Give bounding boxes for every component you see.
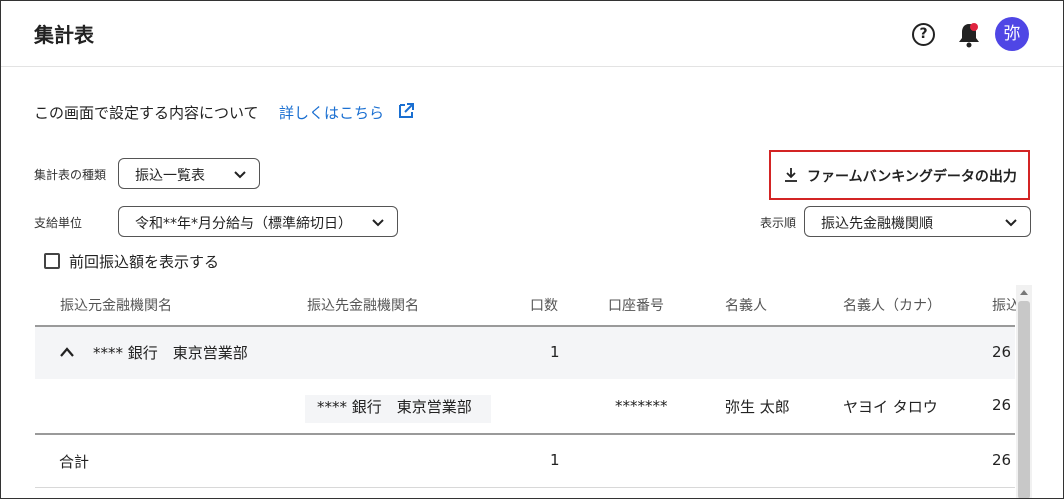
chevron-up-icon[interactable] xyxy=(59,346,75,358)
total-label: 合計 xyxy=(59,453,90,471)
notification-dot xyxy=(970,23,978,31)
payment-unit-label: 支給単位 xyxy=(34,216,83,230)
col-header-dest-bank: 振込先金融機関名 xyxy=(307,298,419,314)
report-type-label: 集計表の種類 xyxy=(34,168,107,182)
bottom-divider xyxy=(35,487,1015,488)
col-header-count: 口数 xyxy=(530,298,558,314)
chevron-down-icon xyxy=(1005,219,1017,227)
total-amount: 26 xyxy=(992,451,1012,469)
group-count: 1 xyxy=(550,343,560,361)
help-icon[interactable]: ? xyxy=(912,23,935,46)
col-header-holder: 名義人 xyxy=(725,298,767,314)
sort-label: 表示順 xyxy=(760,216,797,230)
chevron-down-icon xyxy=(234,171,246,179)
detail-amount: 26 xyxy=(992,396,1012,414)
scroll-up-arrow-icon[interactable] xyxy=(1019,288,1029,296)
top-header: 集計表 ? 弥 xyxy=(1,1,1063,67)
detail-holder: 弥生 太郎 xyxy=(725,398,790,416)
sort-select[interactable]: 振込先金融機関順 xyxy=(804,206,1031,237)
scrollbar-thumb[interactable] xyxy=(1018,301,1030,498)
detail-holder-kana: ヤヨイ タロウ xyxy=(843,398,938,416)
bell-icon[interactable] xyxy=(956,21,982,49)
chevron-down-icon xyxy=(372,219,384,227)
report-type-value: 振込一覧表 xyxy=(135,168,205,184)
payment-unit-select[interactable]: 令和**年*月分給与（標準締切日） xyxy=(118,206,398,237)
show-previous-checkbox[interactable] xyxy=(44,253,60,269)
col-header-holder-kana: 名義人（カナ） xyxy=(843,298,941,314)
col-header-source-bank: 振込元金融機関名 xyxy=(60,298,172,314)
table-row-total xyxy=(35,435,1015,487)
sort-value: 振込先金融機関順 xyxy=(821,216,933,232)
payment-unit-value: 令和**年*月分給与（標準締切日） xyxy=(135,216,352,232)
report-type-select[interactable]: 振込一覧表 xyxy=(118,158,260,189)
export-banking-data-button[interactable]: ファームバンキングデータの出力 xyxy=(769,150,1030,200)
download-icon xyxy=(785,168,797,182)
details-link[interactable]: 詳しくはこちら xyxy=(279,102,384,123)
show-previous-label: 前回振込額を表示する xyxy=(69,253,220,271)
group-amount: 26 xyxy=(992,343,1012,361)
intro-text: この画面で設定する内容について xyxy=(34,104,259,122)
detail-dest-bank: **** 銀行 東京営業部 xyxy=(317,398,472,416)
col-header-amount: 振込 xyxy=(992,298,1016,314)
avatar[interactable]: 弥 xyxy=(995,17,1029,51)
col-header-account-number: 口座番号 xyxy=(608,298,664,314)
group-source-bank: **** 銀行 東京営業部 xyxy=(93,344,248,362)
export-button-label: ファームバンキングデータの出力 xyxy=(807,169,1017,185)
page-title: 集計表 xyxy=(34,23,94,47)
app-window: 集計表 ? 弥 この画面で設定する内容について 詳しくはこちら 集計表の種類 振… xyxy=(0,0,1064,499)
total-count: 1 xyxy=(550,451,560,469)
detail-account-number: ******* xyxy=(615,397,668,415)
external-link-icon[interactable] xyxy=(397,102,415,120)
